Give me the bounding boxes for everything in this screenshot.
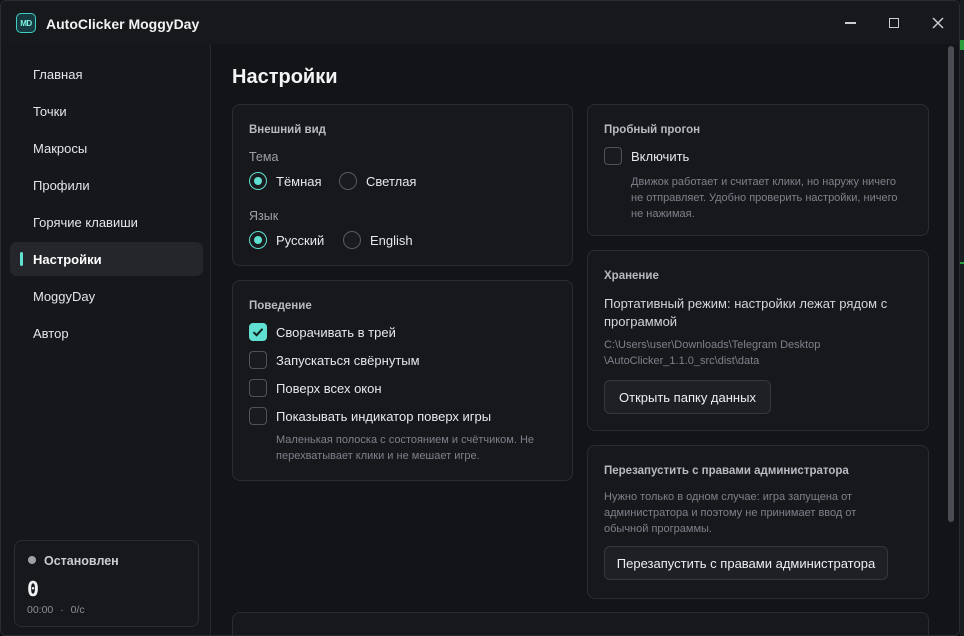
sidebar-item-author[interactable]: Автор — [10, 316, 203, 350]
overlay-indicator-label[interactable]: Показывать индикатор поверх игры — [276, 409, 491, 424]
background-window-edge — [960, 0, 964, 636]
settings-page: Настройки Внешний вид Тема Тёмная Светла… — [212, 44, 959, 635]
sidebar-item-hotkeys[interactable]: Горячие клавиши — [10, 205, 203, 239]
admin-heading: Перезапустить с правами администратора — [604, 465, 849, 477]
overlay-indicator-checkbox[interactable] — [249, 407, 267, 425]
checkmark-icon — [252, 328, 264, 337]
overlay-hint-line1: Маленькая полоска с состоянием и счётчик… — [276, 434, 535, 446]
open-data-folder-button[interactable]: Открыть папку данных — [604, 380, 771, 414]
always-on-top-label[interactable]: Поверх всех окон — [276, 381, 382, 396]
always-on-top-checkbox[interactable] — [249, 379, 267, 397]
status-label: Остановлен — [44, 554, 119, 568]
page-title: Настройки — [232, 66, 338, 88]
start-minimized-label[interactable]: Запускаться свёрнутым — [276, 353, 420, 368]
status-meta: 00:00 · 0/с — [27, 604, 85, 616]
appearance-heading: Внешний вид — [249, 124, 326, 136]
admin-description: Нужно только в одном случае: игра запуще… — [604, 489, 856, 537]
dry-run-hint-line3: не нажимая. — [631, 208, 695, 220]
app-title: AutoClicker MoggyDay — [46, 16, 200, 32]
dry-run-hint: Движок работает и считает клики, но нару… — [631, 174, 897, 222]
close-button[interactable] — [923, 9, 953, 37]
dry-run-hint-line1: Движок работает и считает клики, но нару… — [631, 176, 897, 188]
dry-run-heading: Пробный прогон — [604, 124, 701, 136]
title-bar[interactable]: MD AutoClicker MoggyDay — [1, 1, 959, 44]
storage-path: C:\Users\user\Downloads\Telegram Desktop… — [604, 337, 820, 369]
theme-dark-radio[interactable] — [249, 172, 267, 190]
restart-as-admin-button[interactable]: Перезапустить с правами администратора — [604, 546, 888, 580]
start-minimized-checkbox[interactable] — [249, 351, 267, 369]
sidebar-item-macros[interactable]: Макросы — [10, 131, 203, 165]
theme-light-label[interactable]: Светлая — [366, 174, 416, 189]
sidebar: Главная Точки Макросы Профили Горячие кл… — [1, 44, 211, 635]
language-english-radio[interactable] — [343, 231, 361, 249]
dry-run-card: Пробный прогон Включить Движок работает … — [587, 104, 929, 236]
admin-description-line3: обычной программы. — [604, 523, 712, 535]
minimize-button[interactable] — [835, 9, 865, 37]
vertical-scrollbar[interactable] — [948, 46, 954, 522]
admin-restart-card: Перезапустить с правами администратора Н… — [587, 445, 929, 599]
behavior-card: Поведение Сворачивать в трей Запускаться… — [232, 280, 573, 481]
elapsed-time: 00:00 — [27, 604, 54, 616]
language-english-label[interactable]: English — [370, 233, 413, 248]
admin-description-line2: администратора и поэтому не принимает вв… — [604, 507, 857, 519]
sidebar-item-settings[interactable]: Настройки — [10, 242, 203, 276]
storage-mode-text: Портативный режим: настройки лежат рядом… — [604, 295, 887, 331]
sidebar-item-points[interactable]: Точки — [10, 94, 203, 128]
overlay-hint: Маленькая полоска с состоянием и счётчик… — [276, 432, 534, 464]
storage-heading: Хранение — [604, 270, 659, 282]
edge-accent-mark — [960, 40, 964, 50]
status-card: Остановлен 0 00:00 · 0/с — [14, 540, 199, 627]
language-russian-label[interactable]: Русский — [276, 233, 324, 248]
maximize-icon — [889, 18, 899, 28]
behavior-heading: Поведение — [249, 300, 312, 312]
minimize-icon — [844, 22, 856, 24]
dry-run-hint-line2: не отправляет. Удобно проверить настройк… — [631, 192, 898, 204]
storage-mode-line1: Портативный режим: настройки лежат рядом… — [604, 296, 888, 311]
overlay-hint-line2: перехватывает клики и не мешает игре. — [276, 450, 480, 462]
close-icon — [932, 17, 944, 29]
minimize-to-tray-label[interactable]: Сворачивать в трей — [276, 325, 396, 340]
maximize-button[interactable] — [879, 9, 909, 37]
edge-accent-line — [960, 262, 964, 264]
minimize-to-tray-checkbox[interactable] — [249, 323, 267, 341]
click-rate: 0/с — [70, 604, 85, 616]
status-indicator-dot — [28, 556, 36, 564]
sidebar-item-profiles[interactable]: Профили — [10, 168, 203, 202]
app-logo: MD — [16, 13, 36, 33]
storage-path-line2: \AutoClicker_1.1.0_src\dist\data — [604, 355, 760, 367]
admin-description-line1: Нужно только в одном случае: игра запуще… — [604, 491, 852, 503]
storage-mode-line2: программой — [604, 314, 678, 329]
storage-path-line1: C:\Users\user\Downloads\Telegram Desktop — [604, 339, 821, 351]
theme-light-radio[interactable] — [339, 172, 357, 190]
dry-run-enable-label[interactable]: Включить — [631, 149, 689, 164]
next-settings-card — [232, 612, 929, 635]
theme-dark-label[interactable]: Тёмная — [276, 174, 322, 189]
sidebar-item-home[interactable]: Главная — [10, 57, 203, 91]
click-counter: 0 — [27, 577, 40, 601]
language-russian-radio[interactable] — [249, 231, 267, 249]
theme-label: Тема — [249, 150, 279, 164]
storage-card: Хранение Портативный режим: настройки ле… — [587, 250, 929, 431]
appearance-card: Внешний вид Тема Тёмная Светлая Язык Рус… — [232, 104, 573, 266]
sidebar-item-moggyday[interactable]: MoggyDay — [10, 279, 203, 313]
app-window: MD AutoClicker MoggyDay Главная Точки Ма… — [0, 0, 960, 636]
meta-separator: · — [60, 604, 64, 616]
dry-run-enable-checkbox[interactable] — [604, 147, 622, 165]
language-label: Язык — [249, 209, 279, 223]
